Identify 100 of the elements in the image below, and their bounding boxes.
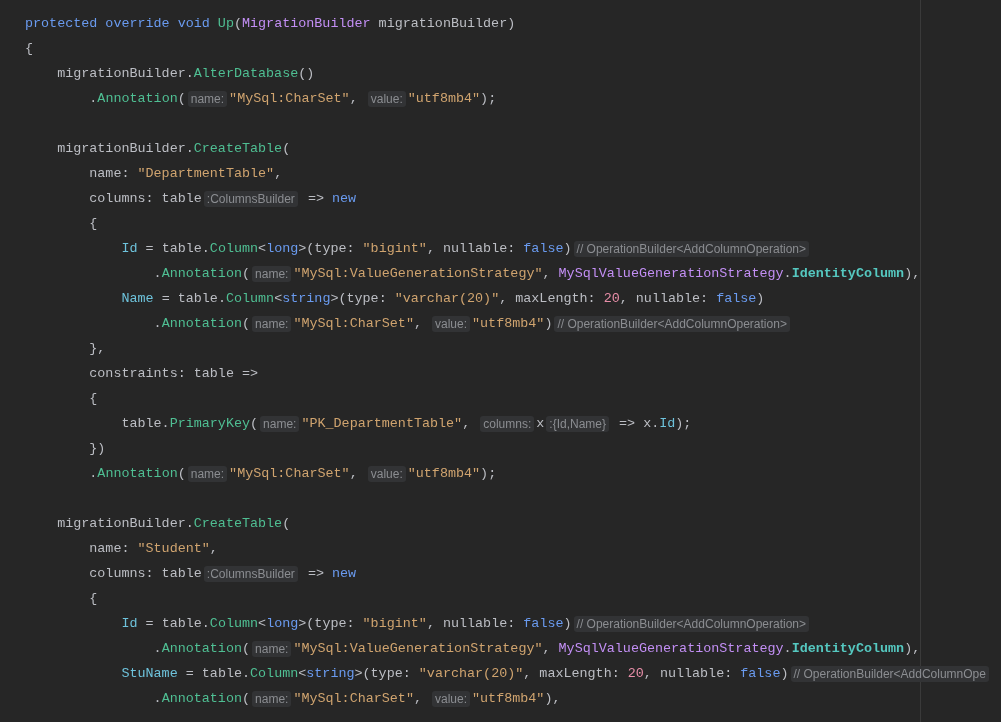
inlay-hint: name: [252,265,292,282]
property-name: Name [121,291,154,306]
inlay-hint: name: [187,90,228,107]
string-literal: "DepartmentTable" [137,166,275,181]
code-text: migrationBuilder. [57,516,194,531]
code-text: < [258,241,267,256]
code-text: ( [233,16,242,31]
method-name: Column [250,666,299,681]
code-text: () [298,66,315,81]
code-text: migrationBuilder) [378,16,516,31]
code-text: { [89,591,98,606]
code-text: => [307,191,325,206]
string-literal: "PK_DepartmentTable" [301,416,463,431]
code-text: >(type: [354,666,412,681]
string-literal: "MySql:CharSet" [229,91,350,106]
method-name: CreateTable [193,516,283,531]
string-literal: "MySql:CharSet" [293,316,414,331]
method-name: Annotation [97,466,178,481]
code-text: , [349,91,359,106]
code-text: , [413,691,423,706]
method-name: Annotation [161,266,242,281]
code-text: = table. [145,616,210,631]
number-literal: 20 [603,291,620,306]
keyword: false [740,666,781,681]
code-text: name: [89,541,131,556]
inlay-hint: value: [367,465,406,482]
string-literal: "MySql:CharSet" [229,466,350,481]
code-text: >(type: [330,291,388,306]
code-text: ) [544,316,553,331]
code-text: { [89,216,98,231]
property-name: Id [121,616,138,631]
code-text: migrationBuilder. [57,66,194,81]
string-literal: "MySql:CharSet" [293,691,414,706]
inlay-hint: value: [432,690,471,707]
method-name: AlterDatabase [193,66,299,81]
code-text: ) [563,241,572,256]
inlay-hint: columns: [480,415,535,432]
inlay-hint: // OperationBuilder<AddColumnOperation> [554,315,790,332]
code-text: constraints: table => [89,366,259,381]
code-text: . [783,266,792,281]
method-name: Column [209,241,259,256]
type-name: MySqlValueGenerationStrategy [558,266,784,281]
code-text: ) [756,291,765,306]
code-text: . [153,266,162,281]
code-text: columns: table [89,566,202,581]
code-text: ); [675,416,692,431]
code-text: , [274,166,283,181]
inlay-hint: value: [367,90,406,107]
string-literal: "varchar(20)" [418,666,524,681]
code-text: ), [904,641,921,656]
inlay-hint: name: [252,690,292,707]
code-text: ), [904,266,921,281]
number-literal: 20 [627,666,644,681]
keyword: protected override void [25,16,211,31]
inlay-hint: :{Id,Name} [546,415,609,432]
code-text: , maxLength: [523,666,621,681]
code-text: , [413,316,423,331]
code-text: ( [177,91,186,106]
keyword: new [332,191,357,206]
enum-member: IdentityColumn [791,641,905,656]
code-text: , [542,641,552,656]
code-text: . [89,466,98,481]
string-literal: "utf8mb4" [407,466,481,481]
keyword: long [266,616,299,631]
code-text: ) [780,666,789,681]
code-text: , nullable: [426,241,517,256]
keyword: false [523,616,564,631]
inlay-hint: name: [252,315,292,332]
string-literal: "bigint" [362,616,427,631]
code-text: => [307,566,325,581]
code-text: < [258,616,267,631]
code-text: ( [282,141,291,156]
string-literal: "MySql:ValueGenerationStrategy" [293,266,543,281]
code-text: ); [480,466,497,481]
code-text: . [89,91,98,106]
method-name: Annotation [161,641,242,656]
code-text: ); [480,91,497,106]
property-name: Id [659,416,676,431]
inlay-hint: // OperationBuilder<AddColumnOperation> [573,240,810,257]
method-name: Column [209,616,259,631]
code-text: , nullable: [426,616,517,631]
keyword: string [282,291,331,306]
string-literal: "utf8mb4" [472,316,545,331]
code-text: , [209,541,218,556]
code-text: ), [544,691,561,706]
code-text: name: [89,166,131,181]
inlay-hint: value: [432,315,471,332]
code-text: , [349,466,359,481]
code-text: < [298,666,307,681]
inlay-hint: name: [260,415,300,432]
method-name: Annotation [161,316,242,331]
code-text: . [153,316,162,331]
code-text: , nullable: [643,666,734,681]
string-literal: "MySql:ValueGenerationStrategy" [293,641,543,656]
inlay-hint: // OperationBuilder<AddColumnOpe [790,665,989,682]
code-text: . [153,641,162,656]
method-name: Up [217,16,234,31]
type-name: MySqlValueGenerationStrategy [558,641,784,656]
enum-member: IdentityColumn [791,266,905,281]
code-text: . [153,691,162,706]
